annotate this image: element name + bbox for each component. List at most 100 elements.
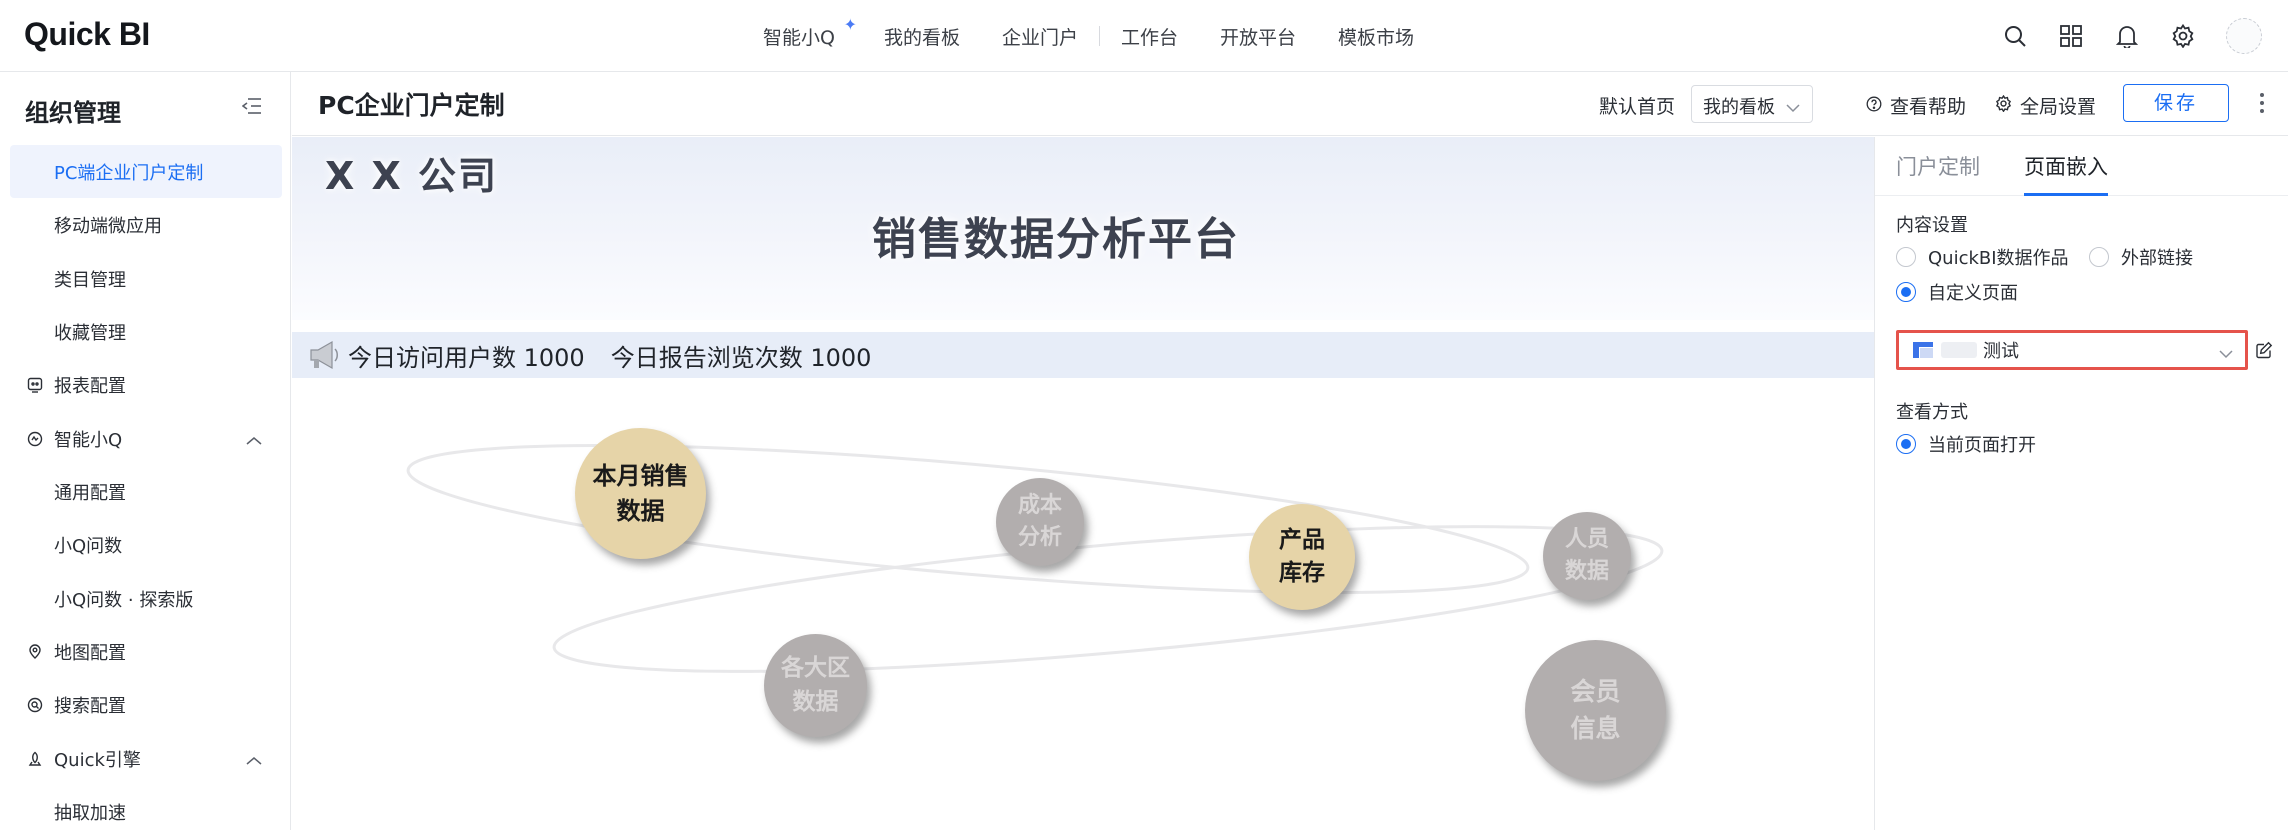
sidebar-item-mobile-app[interactable]: 移动端微应用	[10, 198, 282, 251]
top-navigation-bar: Quick BI 智能小Q ✦ 我的看板 企业门户 工作台 开放平台 模板市场	[0, 0, 2288, 72]
sidebar-item-q-ask-explore[interactable]: 小Q问数 · 探索版	[10, 572, 282, 625]
bubble-label: 信息	[1570, 713, 1621, 743]
sidebar-item-q-ask[interactable]: 小Q问数	[10, 518, 282, 571]
ticker-visitors: 今日访问用户数 1000	[348, 343, 585, 372]
search-icon[interactable]	[2002, 23, 2028, 49]
tab-portal-customize[interactable]: 门户定制	[1896, 151, 1980, 181]
settings-panel: 门户定制 页面嵌入 内容设置 QuickBI数据作品 外部链接 自定义页面 测试…	[1874, 137, 2288, 830]
sidebar-item-label: Quick引擎	[54, 749, 141, 771]
bubble-regional-data[interactable]: 各大区 数据	[764, 634, 867, 737]
help-circle-icon	[1866, 95, 1882, 117]
sidebar-item-label: 类目管理	[54, 269, 126, 291]
sidebar-item-label: 小Q问数 · 探索版	[54, 589, 194, 611]
bubble-cost-analysis[interactable]: 成本 分析	[996, 478, 1084, 566]
bubble-label: 库存	[1279, 560, 1325, 586]
default-home-value: 我的看板	[1703, 97, 1775, 118]
sidebar-item-search-config[interactable]: 搜索配置	[10, 678, 282, 731]
edit-icon[interactable]	[2255, 341, 2273, 363]
nav-my-dashboard[interactable]: 我的看板	[863, 23, 981, 50]
sidebar-item-label: 智能小Q	[54, 429, 123, 451]
page-title: PC企业门户定制	[318, 91, 505, 120]
bubble-label: 会员	[1570, 677, 1621, 707]
quick-bi-logo[interactable]: Quick BI	[24, 16, 150, 53]
nav-template-market[interactable]: 模板市场	[1317, 23, 1435, 50]
nav-smart-q[interactable]: 智能小Q ✦	[742, 15, 863, 50]
page-icon	[1913, 342, 1933, 358]
sidebar-item-pc-portal[interactable]: PC端企业门户定制	[10, 145, 282, 198]
radio-button-selected[interactable]	[1896, 282, 1916, 302]
bubble-label: 人员	[1564, 527, 1609, 553]
custom-page-value: 测试	[1983, 341, 2019, 362]
ai-icon	[26, 430, 44, 448]
nav-smart-q-label: 智能小Q	[763, 26, 835, 49]
radio-button[interactable]	[1896, 247, 1916, 267]
radio-button-selected[interactable]	[1896, 434, 1916, 454]
global-settings-label: 全局设置	[2020, 96, 2097, 118]
chevron-up-icon[interactable]	[246, 430, 262, 451]
radio-quickbi-work[interactable]: QuickBI数据作品	[1896, 244, 2069, 270]
report-icon	[26, 376, 44, 394]
radio-open-current-page[interactable]: 当前页面打开	[1896, 431, 2036, 457]
sidebar-item-label: 报表配置	[54, 375, 126, 397]
custom-page-select[interactable]: 测试	[1896, 330, 2248, 370]
more-vertical-icon[interactable]	[2259, 92, 2265, 118]
sidebar-item-label: 小Q问数	[54, 535, 123, 557]
chevron-down-icon	[1786, 97, 1800, 118]
sidebar: 组织管理 PC端企业门户定制 移动端微应用 类目管理 收藏管理 报表配置 智能小…	[0, 72, 291, 830]
chevron-down-icon	[2219, 344, 2233, 363]
sidebar-item-label: 地图配置	[54, 642, 126, 664]
sidebar-item-extract-accel[interactable]: 抽取加速	[10, 785, 282, 838]
bubble-label: 数据	[616, 496, 665, 525]
map-icon	[26, 643, 44, 661]
radio-label: 当前页面打开	[1928, 435, 2036, 456]
bubble-label: 成本	[1017, 493, 1062, 519]
radio-custom-page[interactable]: 自定义页面	[1896, 279, 2018, 305]
sidebar-item-report-config[interactable]: 报表配置	[10, 358, 282, 411]
radio-external-link[interactable]: 外部链接	[2089, 244, 2193, 270]
sidebar-item-label: 收藏管理	[54, 322, 126, 344]
view-help-button[interactable]: 查看帮助	[1866, 92, 1966, 119]
save-button[interactable]: 保存	[2123, 84, 2229, 122]
bell-icon[interactable]	[2114, 23, 2140, 49]
nav-enterprise-portal[interactable]: 企业门户	[981, 23, 1099, 50]
nav-workbench[interactable]: 工作台	[1100, 23, 1199, 50]
bubble-label: 数据	[792, 688, 839, 715]
apps-grid-icon[interactable]	[2058, 23, 2084, 49]
bubble-product-inventory[interactable]: 产品 库存	[1249, 504, 1355, 610]
megaphone-icon	[310, 340, 338, 370]
sidebar-item-quick-engine[interactable]: Quick引擎	[10, 732, 282, 785]
view-help-label: 查看帮助	[1890, 96, 1967, 118]
portal-preview-canvas: X X 公司 销售数据分析平台 今日访问用户数 1000 今日报告浏览次数 10…	[292, 137, 1874, 830]
portal-banner: X X 公司 销售数据分析平台	[292, 137, 1874, 320]
sidebar-item-label: 抽取加速	[54, 802, 126, 824]
bubble-member-info[interactable]: 会员 信息	[1525, 640, 1666, 781]
global-settings-button[interactable]: 全局设置	[1995, 92, 2096, 119]
avatar[interactable]	[2226, 18, 2262, 54]
redacted-text	[1941, 342, 1977, 358]
sidebar-item-favorites[interactable]: 收藏管理	[10, 305, 282, 358]
sidebar-item-smart-q[interactable]: 智能小Q	[10, 412, 282, 465]
sidebar-item-label: 通用配置	[54, 482, 126, 504]
sidebar-title: 组织管理	[25, 99, 121, 127]
collapse-sidebar-icon[interactable]	[241, 97, 262, 119]
view-mode-label: 查看方式	[1896, 402, 1968, 423]
nav-open-platform[interactable]: 开放平台	[1199, 23, 1317, 50]
sidebar-item-category[interactable]: 类目管理	[10, 252, 282, 305]
company-name: X X 公司	[325, 154, 499, 198]
platform-title: 销售数据分析平台	[872, 214, 1240, 265]
bubble-label: 产品	[1279, 526, 1325, 553]
bubble-personnel-data[interactable]: 人员 数据	[1543, 512, 1631, 600]
radio-button[interactable]	[2089, 247, 2109, 267]
gear-icon[interactable]	[2170, 23, 2196, 49]
announcement-bar: 今日访问用户数 1000 今日报告浏览次数 1000	[292, 332, 1874, 378]
bubble-monthly-sales[interactable]: 本月销售 数据	[575, 428, 706, 559]
default-home-select[interactable]: 我的看板	[1691, 85, 1813, 123]
radio-label: 自定义页面	[1928, 283, 2018, 304]
radio-label: QuickBI数据作品	[1928, 248, 2069, 269]
sidebar-item-map-config[interactable]: 地图配置	[10, 625, 282, 678]
tab-page-embed[interactable]: 页面嵌入	[2024, 151, 2108, 196]
sidebar-item-general-config[interactable]: 通用配置	[10, 465, 282, 518]
bubble-label: 分析	[1017, 525, 1062, 550]
chevron-up-icon[interactable]	[246, 750, 262, 771]
content-settings-label: 内容设置	[1896, 215, 1968, 236]
